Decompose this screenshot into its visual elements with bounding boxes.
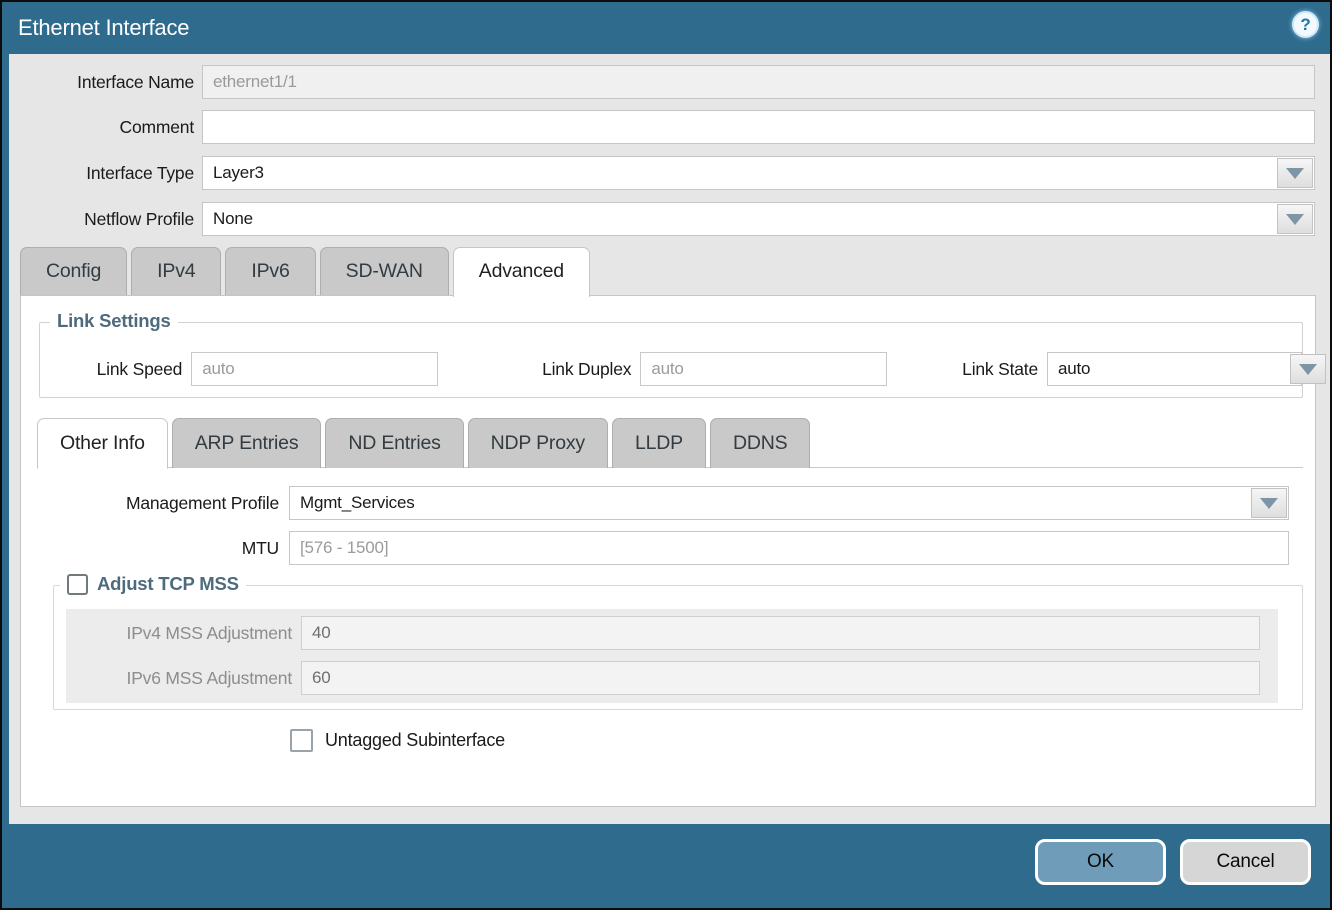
tab-ipv6[interactable]: IPv6 [225, 247, 315, 295]
interface-type-dropdown[interactable] [202, 156, 1315, 190]
help-icon[interactable]: ? [1292, 11, 1319, 38]
subtab-lldp[interactable]: LLDP [612, 418, 706, 468]
adjust-tcp-mss-checkbox[interactable] [67, 574, 88, 595]
ipv6-mss-label: IPv6 MSS Adjustment [66, 668, 301, 689]
management-profile-value[interactable] [290, 487, 1250, 519]
interface-name-input [203, 66, 1314, 98]
chevron-down-icon [1260, 498, 1278, 509]
cancel-button[interactable]: Cancel [1180, 839, 1311, 885]
chevron-down-icon [1286, 214, 1304, 225]
interface-name-field [202, 65, 1315, 99]
untagged-subinterface-checkbox[interactable] [290, 729, 313, 752]
subtab-other-info[interactable]: Other Info [37, 418, 168, 469]
interface-type-dropdown-button[interactable] [1277, 158, 1313, 188]
netflow-profile-dropdown[interactable] [202, 202, 1315, 236]
netflow-profile-dropdown-button[interactable] [1277, 204, 1313, 234]
link-settings-fieldset: Link Settings Link Speed Link Duplex Lin… [39, 322, 1303, 398]
tab-sdwan[interactable]: SD-WAN [320, 247, 449, 295]
subtab-ddns[interactable]: DDNS [710, 418, 810, 468]
link-state-dropdown-button[interactable] [1290, 354, 1326, 384]
management-profile-row: Management Profile [21, 486, 1289, 520]
ipv4-mss-value: 40 [301, 616, 1260, 650]
advanced-tab-panel: Link Settings Link Speed Link Duplex Lin… [20, 295, 1316, 807]
adjust-tcp-mss-legend-group: Adjust TCP MSS [60, 573, 246, 595]
ipv4-mss-label: IPv4 MSS Adjustment [66, 623, 301, 644]
dialog-titlebar: Ethernet Interface ? [2, 2, 1330, 54]
interface-type-row: Interface Type [9, 156, 1315, 190]
link-duplex-input[interactable] [640, 352, 887, 386]
adjust-tcp-mss-label: Adjust TCP MSS [97, 573, 239, 595]
link-duplex-label: Link Duplex [484, 359, 640, 380]
mss-disabled-panel: IPv4 MSS Adjustment 40 IPv6 MSS Adjustme… [66, 609, 1278, 703]
dialog-title: Ethernet Interface [2, 2, 1330, 54]
ethernet-interface-dialog: Ethernet Interface ? Interface Name Comm… [0, 0, 1332, 910]
mtu-field[interactable] [289, 531, 1289, 565]
ipv6-mss-value: 60 [301, 661, 1260, 695]
interface-type-label: Interface Type [9, 163, 202, 184]
link-settings-row: Link Speed Link Duplex Link State [40, 352, 1302, 386]
tab-config[interactable]: Config [20, 247, 127, 295]
interface-type-value[interactable] [203, 157, 1276, 189]
sub-tab-bar: Other Info ARP Entries ND Entries NDP Pr… [37, 418, 1303, 468]
link-state-dropdown[interactable] [1047, 352, 1302, 386]
link-state-label: Link State [949, 359, 1047, 380]
netflow-profile-row: Netflow Profile [9, 202, 1315, 236]
ipv6-mss-row: IPv6 MSS Adjustment 60 [66, 661, 1260, 695]
link-speed-input[interactable] [191, 352, 438, 386]
comment-field[interactable] [202, 110, 1315, 144]
comment-label: Comment [9, 117, 202, 138]
management-profile-dropdown[interactable] [289, 486, 1289, 520]
main-tab-bar: Config IPv4 IPv6 SD-WAN Advanced [20, 247, 590, 295]
tab-ipv4[interactable]: IPv4 [131, 247, 221, 295]
mtu-row: MTU [21, 531, 1289, 565]
chevron-down-icon [1299, 364, 1317, 375]
subtab-nd-entries[interactable]: ND Entries [325, 418, 463, 468]
interface-name-label: Interface Name [9, 72, 202, 93]
untagged-subinterface-row: Untagged Subinterface [290, 729, 505, 752]
management-profile-label: Management Profile [21, 493, 289, 514]
untagged-subinterface-label: Untagged Subinterface [325, 730, 505, 751]
mtu-label: MTU [21, 538, 289, 559]
comment-input[interactable] [203, 111, 1314, 143]
management-profile-dropdown-button[interactable] [1251, 488, 1287, 518]
ipv4-mss-row: IPv4 MSS Adjustment 40 [66, 616, 1260, 650]
comment-row: Comment [9, 110, 1315, 144]
link-speed-label: Link Speed [40, 359, 191, 380]
dialog-footer: OK Cancel [2, 824, 1330, 908]
ok-button[interactable]: OK [1035, 839, 1166, 885]
interface-name-row: Interface Name [9, 65, 1315, 99]
subtab-arp-entries[interactable]: ARP Entries [172, 418, 322, 468]
adjust-tcp-mss-fieldset: Adjust TCP MSS IPv4 MSS Adjustment 40 IP… [53, 585, 1303, 710]
link-state-value[interactable] [1048, 353, 1289, 385]
link-settings-legend: Link Settings [50, 310, 178, 332]
netflow-profile-value[interactable] [203, 203, 1276, 235]
mtu-input[interactable] [290, 532, 1288, 564]
tab-advanced[interactable]: Advanced [453, 247, 590, 297]
dialog-left-border [2, 2, 9, 908]
subtab-ndp-proxy[interactable]: NDP Proxy [468, 418, 608, 468]
netflow-profile-label: Netflow Profile [9, 209, 202, 230]
chevron-down-icon [1286, 168, 1304, 179]
